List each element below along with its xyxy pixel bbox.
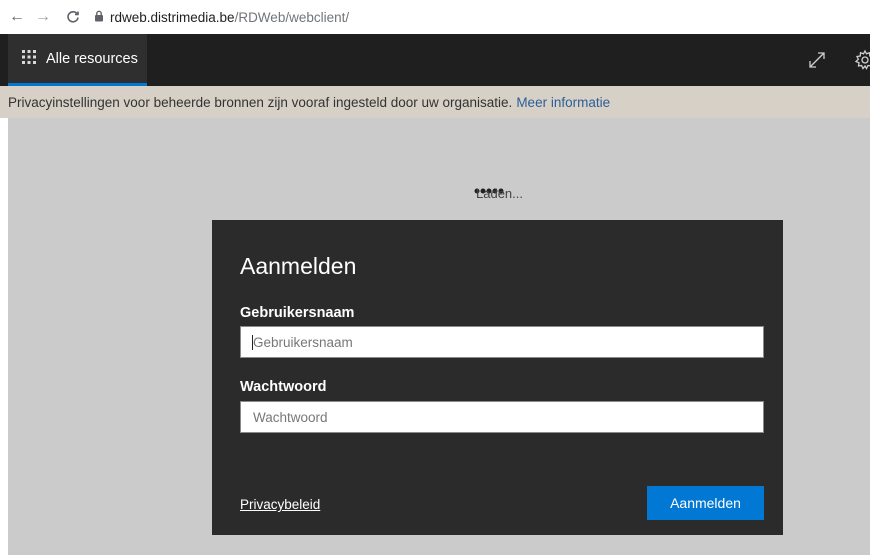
dialog-title: Aanmelden: [240, 253, 357, 279]
back-arrow-icon[interactable]: ←: [6, 6, 28, 28]
browser-toolbar: ← → rdweb.distrimedia.be/RDWeb/webclient…: [0, 0, 870, 34]
username-label: Gebruikersnaam: [240, 305, 355, 321]
url-path: /RDWeb/webclient/: [234, 9, 350, 25]
forward-arrow-icon[interactable]: →: [32, 6, 54, 28]
loading-text: Laden...: [476, 186, 523, 201]
more-info-link[interactable]: Meer informatie: [516, 95, 610, 110]
all-resources-label: Alle resources: [46, 50, 138, 67]
username-input[interactable]: [240, 326, 764, 358]
privacy-policy-link[interactable]: Privacybeleid: [240, 497, 320, 512]
password-label: Wachtwoord: [240, 379, 327, 395]
password-input[interactable]: [240, 401, 764, 433]
fullscreen-icon[interactable]: [806, 49, 828, 71]
all-resources-tab[interactable]: Alle resources: [8, 34, 147, 86]
app-header: Alle resources: [0, 34, 870, 86]
settings-gear-icon[interactable]: [854, 49, 870, 71]
url-host: rdweb.distrimedia.be: [110, 9, 235, 25]
sign-in-button[interactable]: Aanmelden: [647, 486, 764, 520]
privacy-banner-text: Privacyinstellingen voor beheerde bronne…: [8, 94, 513, 110]
address-bar[interactable]: rdweb.distrimedia.be/RDWeb/webclient/: [94, 4, 349, 30]
apps-grid-icon: [22, 49, 36, 68]
text-cursor: [252, 335, 253, 350]
reload-icon[interactable]: [62, 6, 84, 28]
page-edge: [0, 118, 8, 555]
privacy-banner: Privacyinstellingen voor beheerde bronne…: [0, 86, 870, 118]
lock-icon: [94, 10, 104, 25]
login-dialog: Aanmelden Gebruikersnaam Wachtwoord Priv…: [212, 220, 783, 535]
